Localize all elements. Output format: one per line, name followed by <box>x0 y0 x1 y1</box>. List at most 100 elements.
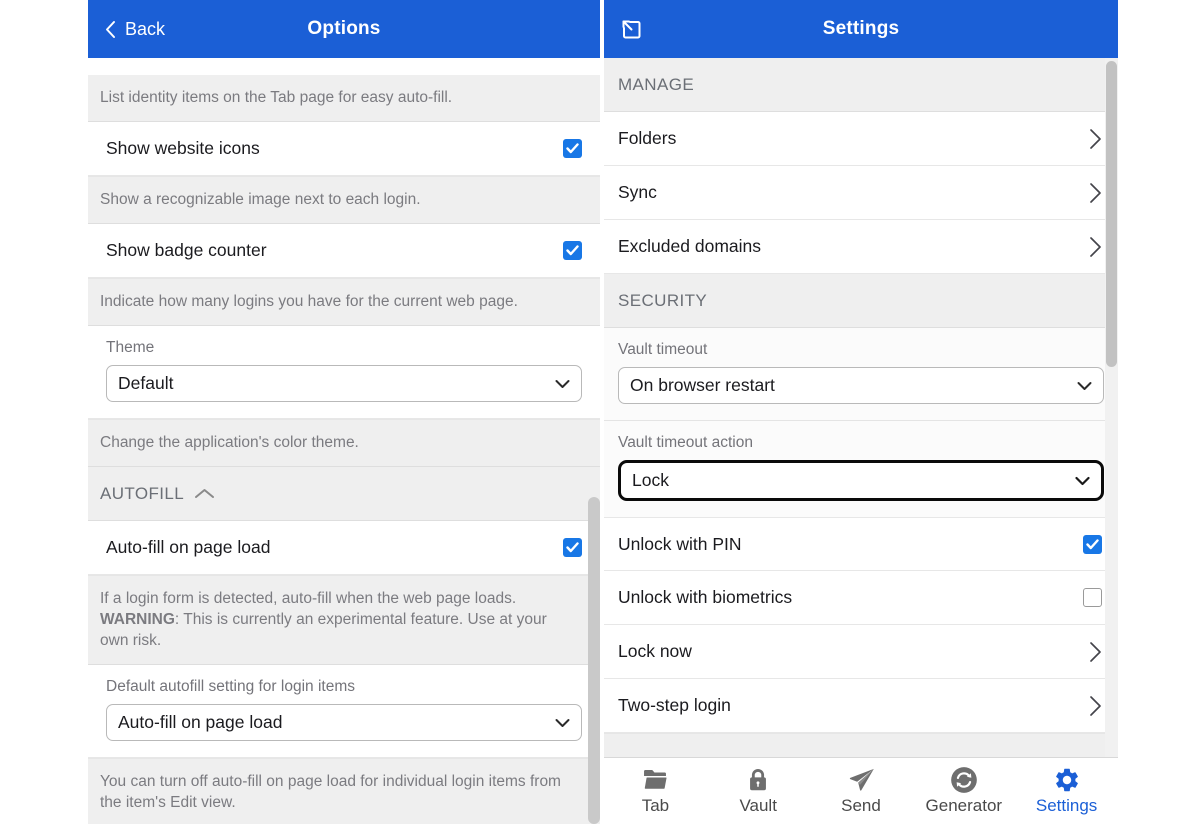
show-badge-counter-hint: Indicate how many logins you have for th… <box>88 278 600 326</box>
theme-select[interactable]: Default <box>106 365 582 402</box>
theme-hint: Change the application's color theme. <box>88 419 600 467</box>
excluded-domains-row[interactable]: Excluded domains <box>604 220 1118 274</box>
chevron-right-icon <box>1089 641 1102 663</box>
manage-section-label: MANAGE <box>618 74 695 94</box>
vault-timeout-action-label: Vault timeout action <box>618 434 753 451</box>
check-icon <box>1086 538 1099 550</box>
nav-item-vault-label: Vault <box>739 796 777 815</box>
theme-group: Theme Default <box>88 326 600 419</box>
unlock-with-biometrics-row: Unlock with biometrics <box>604 571 1118 625</box>
app-canvas: Back Options List identity items on the … <box>0 0 1200 824</box>
back-button[interactable]: Back <box>88 19 165 40</box>
chevron-right-icon <box>1089 182 1102 204</box>
theme-label: Theme <box>106 339 155 356</box>
show-website-icons-checkbox[interactable] <box>563 139 582 158</box>
settings-title: Settings <box>822 18 900 39</box>
security-section-label: SECURITY <box>618 290 708 310</box>
show-badge-counter-checkbox[interactable] <box>563 241 582 260</box>
popout-button[interactable] <box>618 16 645 43</box>
nav-item-send[interactable]: Send <box>810 758 913 824</box>
unlock-with-biometrics-checkbox[interactable] <box>1083 588 1102 607</box>
default-autofill-select[interactable]: Auto-fill on page load <box>106 704 582 741</box>
settings-scrollbar-track[interactable] <box>1105 58 1118 757</box>
autofill-section-header[interactable]: AUTOFILL <box>88 467 600 521</box>
check-icon <box>566 143 579 154</box>
autofill-warning-hint: If a login form is detected, auto-fill w… <box>88 575 600 665</box>
default-autofill-label: Default autofill setting for login items <box>106 678 355 695</box>
identity-hint: List identity items on the Tab page for … <box>88 75 600 122</box>
autofill-on-page-load-checkbox[interactable] <box>563 538 582 557</box>
generator-icon <box>950 766 978 794</box>
folders-label: Folders <box>618 128 677 148</box>
unlock-with-pin-checkbox[interactable] <box>1083 534 1102 554</box>
chevron-down-icon <box>555 379 570 388</box>
settings-scrollbar-thumb[interactable] <box>1106 61 1117 367</box>
manage-section-header: MANAGE <box>604 58 1118 112</box>
show-website-icons-label: Show website icons <box>106 138 260 158</box>
chevron-right-icon <box>1089 236 1102 258</box>
default-autofill-select-value: Auto-fill on page load <box>118 712 283 732</box>
unlock-with-pin-label: Unlock with PIN <box>618 533 742 554</box>
autofill-section-label: AUTOFILL <box>100 483 185 503</box>
lock-now-label: Lock now <box>618 641 692 661</box>
excluded-domains-label: Excluded domains <box>618 236 761 256</box>
vault-timeout-action-group: Vault timeout action Lock <box>604 420 1118 517</box>
nav-item-vault[interactable]: Vault <box>707 758 810 824</box>
show-badge-counter-row: Show badge counter <box>88 224 600 278</box>
popout-icon <box>618 16 645 43</box>
lock-icon <box>744 766 772 794</box>
scrolled-row-sliver <box>88 58 600 75</box>
settings-header: Settings <box>604 0 1118 58</box>
gear-icon <box>1053 766 1081 794</box>
send-icon <box>846 766 876 794</box>
nav-item-tab-label: Tab <box>641 796 670 815</box>
sync-row[interactable]: Sync <box>604 166 1118 220</box>
default-autofill-group: Default autofill setting for login items… <box>88 665 600 758</box>
options-scrollbar-thumb[interactable] <box>588 497 600 824</box>
back-chevron-icon <box>105 20 116 39</box>
lock-now-row[interactable]: Lock now <box>604 625 1118 679</box>
nav-item-generator[interactable]: Generator <box>912 758 1015 824</box>
vault-timeout-group: Vault timeout On browser restart <box>604 328 1118 420</box>
folders-row[interactable]: Folders <box>604 112 1118 166</box>
settings-panel: Settings MANAGE Folders Sync Excluded do… <box>604 0 1118 824</box>
nav-item-send-label: Send <box>841 796 881 815</box>
autofill-hint-warning-word: WARNING <box>100 611 175 628</box>
default-autofill-hint: You can turn off auto-fill on page load … <box>88 758 600 824</box>
autofill-hint-text: If a login form is detected, auto-fill w… <box>100 590 517 607</box>
check-icon <box>566 245 579 256</box>
show-website-icons-hint: Show a recognizable image next to each l… <box>88 176 600 224</box>
show-website-icons-row: Show website icons <box>88 122 600 176</box>
check-icon <box>566 542 579 553</box>
chevron-down-icon <box>1077 381 1092 390</box>
unlock-with-biometrics-label: Unlock with biometrics <box>618 587 793 607</box>
nav-item-settings[interactable]: Settings <box>1015 758 1118 824</box>
bottom-nav: Tab Vault Send Generator Settings <box>604 757 1118 824</box>
chevron-down-icon <box>1075 476 1090 485</box>
autofill-on-page-load-label: Auto-fill on page load <box>106 537 271 557</box>
vault-timeout-action-select[interactable]: Lock <box>618 460 1104 501</box>
nav-item-tab[interactable]: Tab <box>604 758 707 824</box>
chevron-right-icon <box>1089 695 1102 717</box>
caret-up-icon <box>194 488 215 499</box>
vault-timeout-action-select-value: Lock <box>632 470 669 490</box>
nav-item-settings-label: Settings <box>1035 796 1098 815</box>
two-step-login-label: Two-step login <box>618 695 731 715</box>
vault-timeout-select[interactable]: On browser restart <box>618 367 1104 404</box>
unlock-with-pin-row: Unlock with PIN <box>604 517 1118 571</box>
back-label: Back <box>125 18 166 39</box>
folder-icon <box>640 766 670 794</box>
security-section-header: SECURITY <box>604 274 1118 328</box>
vault-timeout-select-value: On browser restart <box>630 375 775 395</box>
theme-select-value: Default <box>118 373 174 393</box>
autofill-on-page-load-row: Auto-fill on page load <box>88 521 600 575</box>
show-badge-counter-label: Show badge counter <box>106 240 267 260</box>
options-panel: Back Options List identity items on the … <box>88 0 600 824</box>
vault-timeout-label: Vault timeout <box>618 341 708 358</box>
options-header: Back Options <box>88 0 600 58</box>
nav-item-generator-label: Generator <box>925 796 1003 815</box>
sync-label: Sync <box>618 182 657 202</box>
chevron-down-icon <box>555 718 570 727</box>
two-step-login-row[interactable]: Two-step login <box>604 679 1118 733</box>
chevron-right-icon <box>1089 128 1102 150</box>
